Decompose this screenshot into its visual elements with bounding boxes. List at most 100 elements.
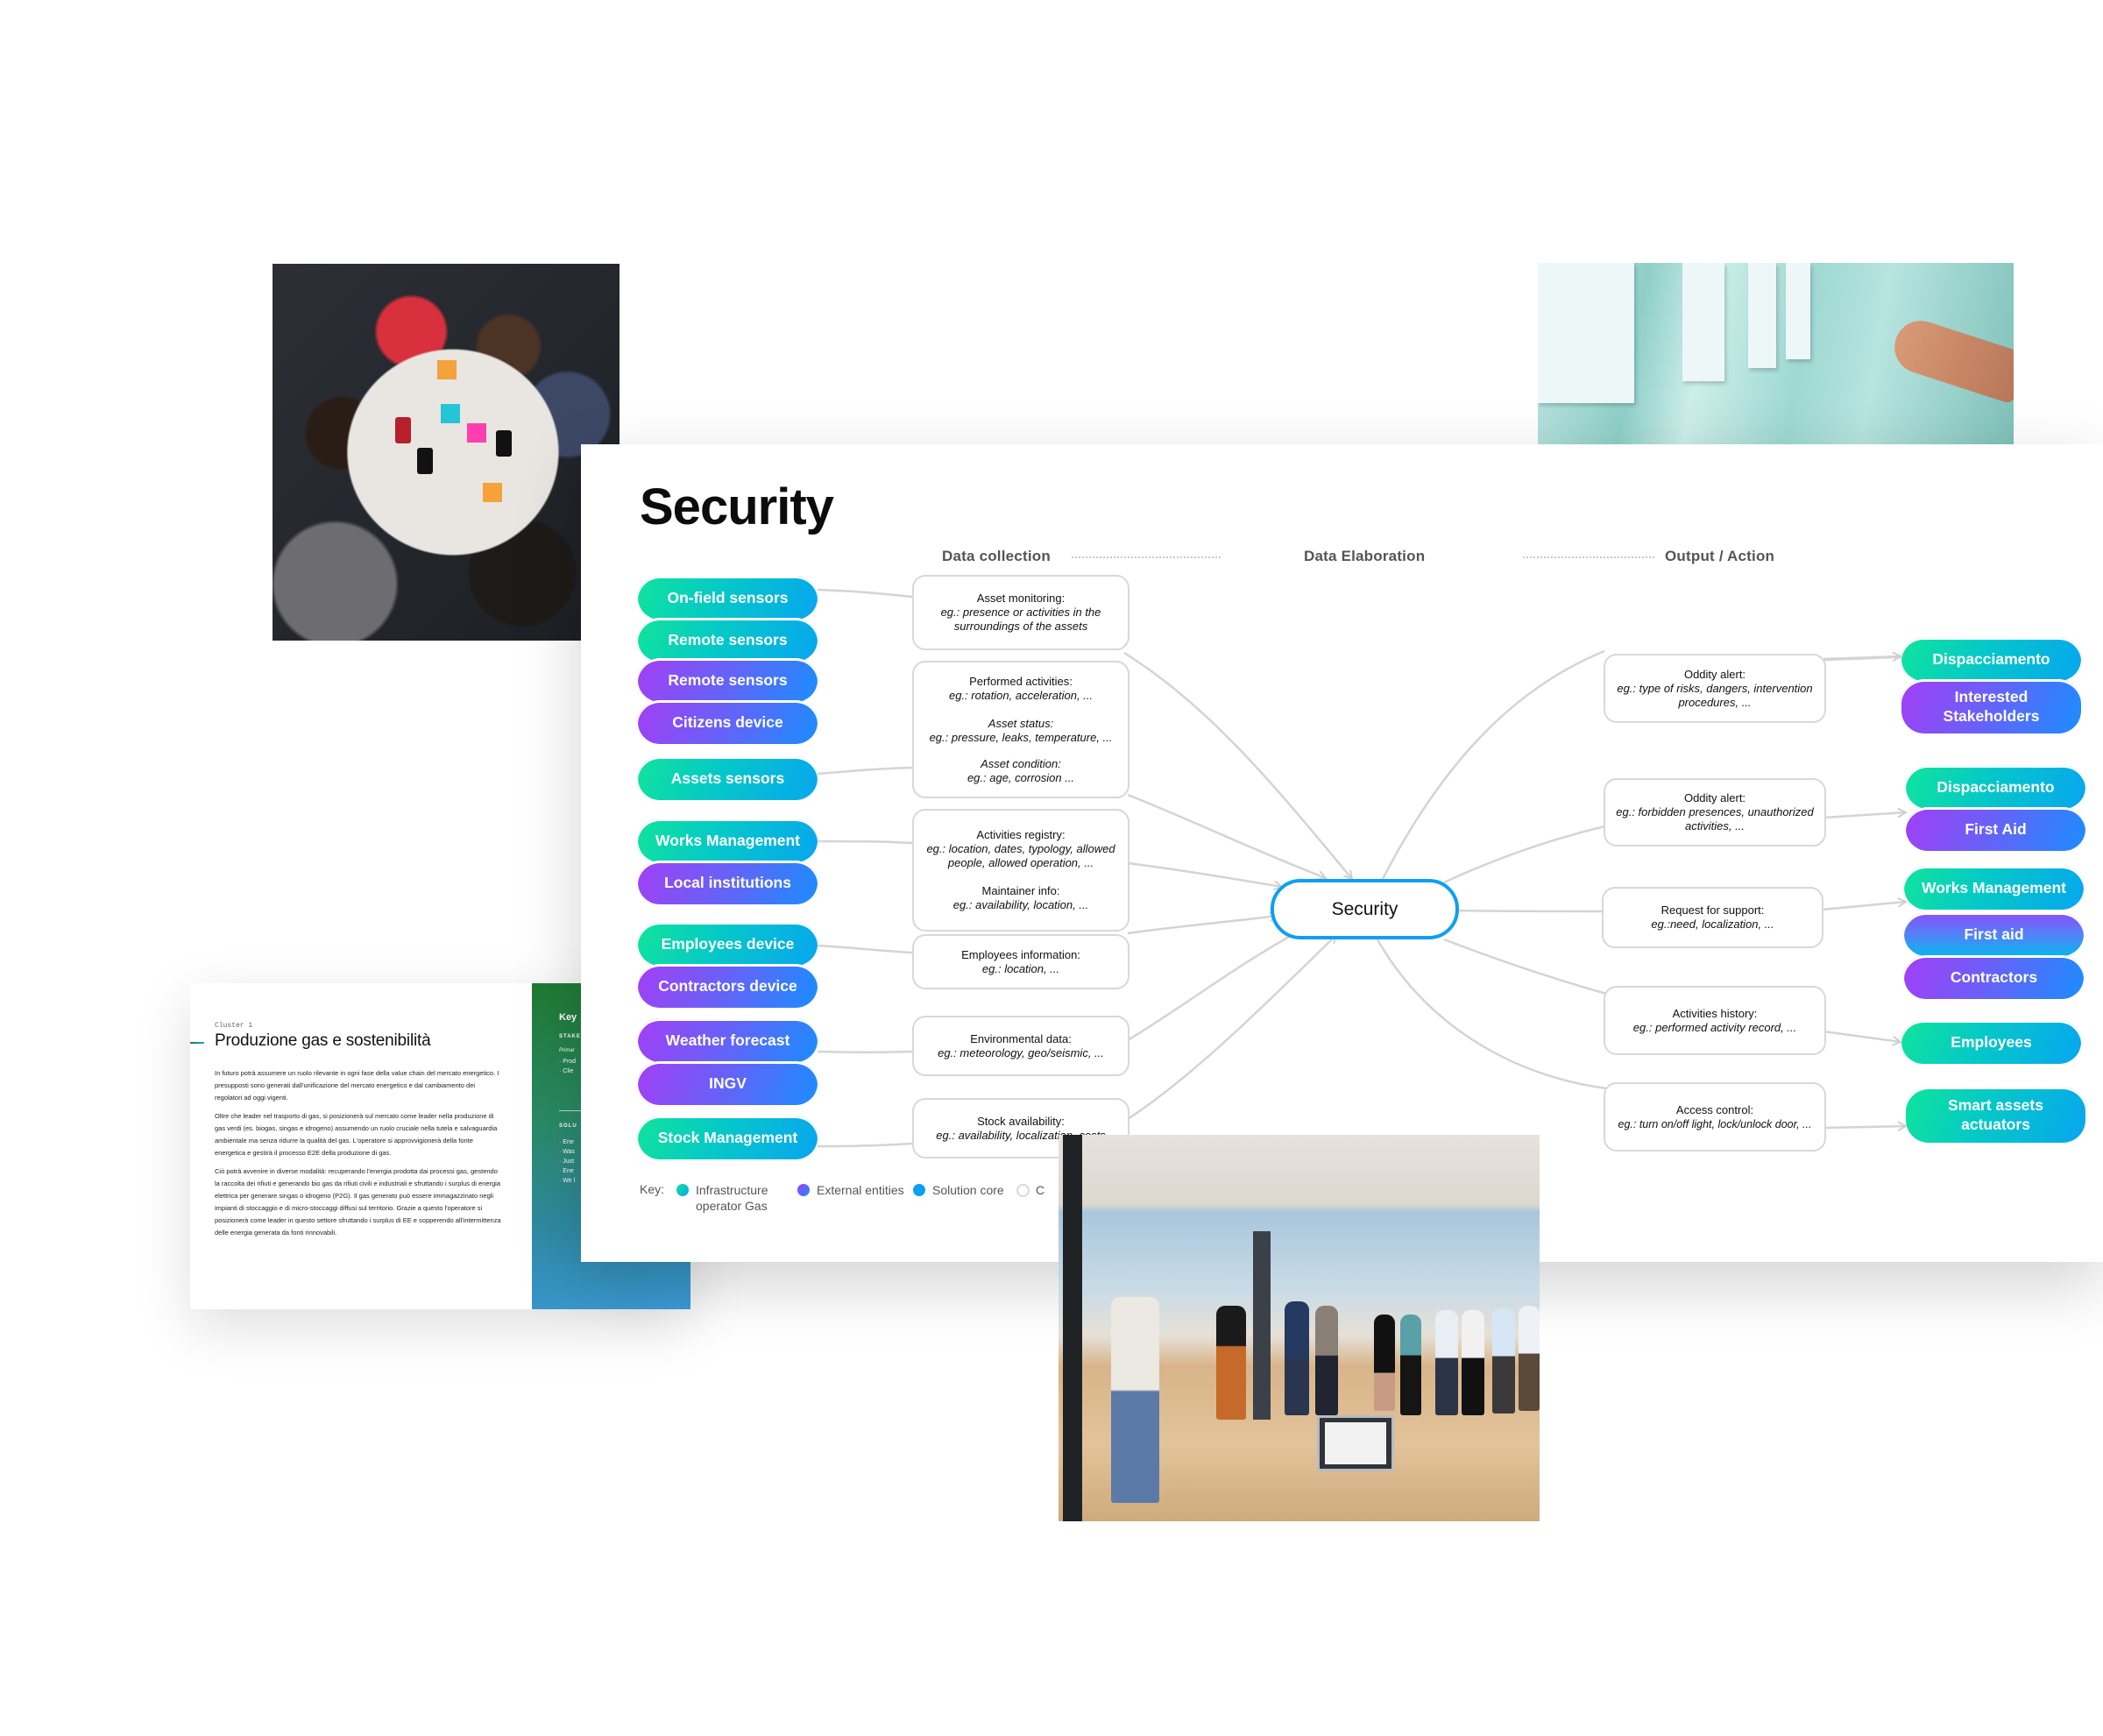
connector-line bbox=[1381, 649, 1605, 880]
solution-item-text: Just bbox=[563, 1159, 575, 1165]
data-box-title: Asset monitoring: bbox=[976, 592, 1066, 605]
sticky-note bbox=[437, 360, 457, 379]
output-box-title: Activities history: bbox=[1672, 1006, 1758, 1020]
connector-line bbox=[1821, 902, 1906, 911]
output-box: Activities history: eg.: performed activ… bbox=[1604, 986, 1826, 1055]
source-pill[interactable]: Local institutions bbox=[638, 861, 818, 904]
column-header-data-collection: Data collection bbox=[942, 548, 1051, 564]
connector-line bbox=[817, 766, 913, 776]
person bbox=[1435, 1310, 1458, 1415]
security-core-node[interactable]: Security bbox=[1271, 879, 1459, 939]
connector-line bbox=[1127, 929, 1299, 1042]
stakeholder-item: · Clie bbox=[559, 1068, 574, 1074]
source-pill[interactable]: On-field sensors bbox=[638, 576, 818, 620]
data-box: Asset monitoring: eg.: presence or activ… bbox=[912, 575, 1129, 650]
person bbox=[1374, 1314, 1395, 1411]
data-box-example: eg.: rotation, acceleration, ... bbox=[948, 688, 1094, 702]
data-box-example: eg.: availability, location, ... bbox=[952, 898, 1089, 911]
cluster-label: Cluster 1 bbox=[215, 1022, 253, 1030]
data-box-title: Maintainer info: bbox=[981, 884, 1060, 897]
person bbox=[1285, 1301, 1309, 1415]
connector-line bbox=[1127, 793, 1326, 878]
connector-line bbox=[817, 1142, 913, 1148]
stakeholder-item-text: Prod bbox=[563, 1059, 577, 1065]
dotted-divider bbox=[1072, 556, 1221, 558]
person bbox=[1462, 1310, 1484, 1415]
person bbox=[1519, 1306, 1540, 1411]
target-pill[interactable]: Smart assets actuators bbox=[1906, 1087, 2085, 1143]
data-box-example: eg.: pressure, leaks, temperature, ... bbox=[929, 730, 1113, 744]
output-box: Oddity alert: eg.: forbidden presences, … bbox=[1604, 778, 1826, 847]
connector-line bbox=[1443, 938, 1607, 996]
paper-note bbox=[1538, 263, 1634, 403]
connector-line bbox=[1823, 656, 1901, 659]
stakeholders-caption: STAKE bbox=[559, 1034, 581, 1039]
solution-item: · Ene bbox=[559, 1168, 574, 1174]
stakeholder-item: · Prod bbox=[559, 1059, 577, 1065]
legend-dot-other bbox=[1016, 1184, 1030, 1197]
accent-line bbox=[190, 1042, 204, 1044]
solution-item: · Ene bbox=[559, 1139, 574, 1145]
output-box-example: eg.: performed activity record, ... bbox=[1632, 1020, 1797, 1034]
source-pill[interactable]: Stock Management bbox=[638, 1116, 818, 1159]
target-pill[interactable]: Dispacciamento bbox=[1901, 637, 2081, 681]
connector-line bbox=[1823, 812, 1906, 819]
solution-item: · Was bbox=[559, 1149, 576, 1155]
paper-note bbox=[1786, 263, 1810, 359]
person bbox=[1492, 1308, 1515, 1414]
connector-line bbox=[817, 840, 913, 845]
legend-key-label: Key: bbox=[640, 1182, 665, 1196]
target-pill[interactable]: First Aid bbox=[1906, 807, 2085, 851]
output-box-title: Access control: bbox=[1675, 1102, 1754, 1116]
data-box-title: Performed activities: bbox=[969, 674, 1073, 688]
person bbox=[1400, 1314, 1421, 1415]
connector-line bbox=[1123, 651, 1352, 879]
target-pill[interactable]: Dispacciamento bbox=[1906, 765, 2085, 809]
dotted-divider bbox=[1523, 556, 1654, 558]
legend-dot-core bbox=[913, 1184, 925, 1196]
target-pill[interactable]: Employees bbox=[1901, 1020, 2081, 1064]
source-pill[interactable]: Remote sensors bbox=[638, 658, 818, 702]
connector-line bbox=[1127, 916, 1278, 935]
data-box-title: Employees information: bbox=[961, 947, 1080, 961]
source-pill[interactable]: Weather forecast bbox=[638, 1018, 818, 1062]
solution-item-text: Ene bbox=[563, 1139, 574, 1145]
source-pill[interactable]: Citizens device bbox=[638, 700, 818, 744]
connector-line bbox=[817, 944, 913, 954]
target-pill[interactable]: Works Management bbox=[1904, 866, 2084, 910]
source-pill[interactable]: Remote sensors bbox=[638, 618, 818, 662]
legend-dot-infrastructure bbox=[676, 1184, 689, 1196]
legend-label: C bbox=[1036, 1183, 1045, 1197]
legend-label: Infrastructure operator Gas bbox=[696, 1183, 768, 1213]
data-box-example: eg.: location, dates, typology, allowed … bbox=[926, 842, 1115, 869]
column-header-output-action: Output / Action bbox=[1665, 548, 1775, 564]
data-box-example: eg.: presence or activities in the surro… bbox=[940, 606, 1101, 633]
document-title: Produzione gas e sostenibilità bbox=[215, 1031, 431, 1050]
presenter bbox=[1111, 1297, 1159, 1503]
sticky-note bbox=[467, 423, 486, 443]
source-pill[interactable]: INGV bbox=[638, 1061, 818, 1105]
output-box-title: Request for support: bbox=[1660, 903, 1765, 917]
person bbox=[1315, 1306, 1338, 1415]
workshop-table-photo bbox=[273, 264, 620, 641]
legend-label: External entities bbox=[817, 1183, 904, 1197]
connector-line bbox=[1823, 1126, 1906, 1128]
laptop bbox=[1317, 1415, 1394, 1471]
target-pill[interactable]: First aid bbox=[1904, 912, 2084, 956]
output-box-example: eg.: type of risks, dangers, interventio… bbox=[1617, 681, 1813, 709]
phone bbox=[496, 430, 512, 457]
source-pill[interactable]: Contractors device bbox=[638, 964, 818, 1008]
source-pill[interactable]: Employees device bbox=[638, 922, 818, 966]
primary-label: Primar bbox=[559, 1048, 575, 1053]
data-box-example: eg.: meteorology, geo/seismic, ... bbox=[938, 1045, 1104, 1059]
data-box: Environmental data: eg.: meteorology, ge… bbox=[912, 1016, 1129, 1076]
target-pill[interactable]: Interested Stakeholders bbox=[1901, 679, 2081, 733]
output-box-example: eg.: turn on/off light, lock/unlock door… bbox=[1618, 1117, 1812, 1130]
data-box-title: Environmental data: bbox=[970, 1031, 1072, 1045]
paragraph: Oltre che leader nel trasporto di gas, s… bbox=[215, 1112, 498, 1157]
source-pill[interactable]: Works Management bbox=[638, 818, 818, 862]
data-box-example: eg.: location, ... bbox=[981, 961, 1060, 975]
source-pill[interactable]: Assets sensors bbox=[638, 756, 818, 800]
data-box-title: Asset condition: bbox=[981, 756, 1061, 770]
target-pill[interactable]: Contractors bbox=[1904, 955, 2084, 999]
